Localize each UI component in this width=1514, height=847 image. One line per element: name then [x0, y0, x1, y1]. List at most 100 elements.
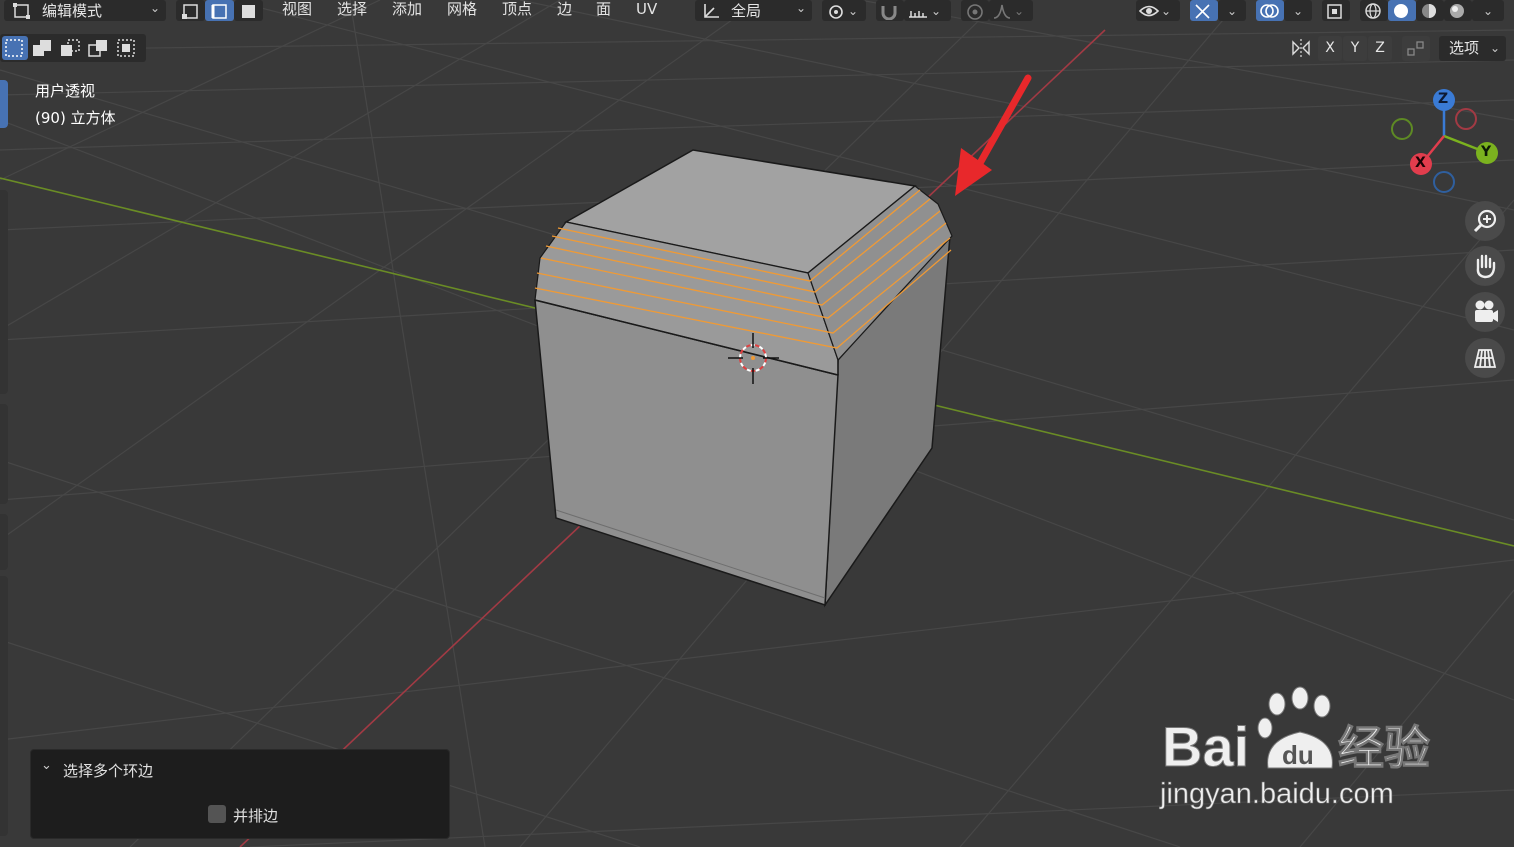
grid-perspective-icon — [1473, 349, 1497, 368]
snap-increment-icon — [909, 10, 927, 18]
menu-vertex[interactable]: 顶点 — [502, 0, 532, 20]
3d-viewport[interactable]: 编辑模式 ⌄ 视图 选择 添加 网格 顶点 边 面 UV 全局 ⌄ ⌄ ⌄ ⌄ … — [0, 0, 1514, 847]
face-select-icon — [242, 4, 255, 18]
ortho-toggle-button[interactable] — [1465, 338, 1505, 378]
svg-text:经验: 经验 — [1338, 721, 1430, 774]
menu-mesh[interactable]: 网格 — [447, 0, 477, 20]
zoom-button[interactable] — [1465, 201, 1505, 241]
select-subtract-button[interactable] — [58, 36, 84, 60]
select-extend-button[interactable] — [30, 36, 56, 60]
gizmo-icon — [1195, 3, 1210, 19]
wireframe-sphere-icon — [1365, 2, 1381, 19]
options-label: 选项 — [1449, 39, 1480, 57]
xray-icon — [1327, 3, 1342, 19]
select-extend-icon — [33, 40, 51, 56]
chevron-down-icon: ⌄ — [1293, 3, 1304, 18]
solid-shading-button[interactable] — [1388, 0, 1416, 21]
chevron-down-icon: ⌄ — [149, 1, 160, 15]
edge-select-button[interactable] — [205, 0, 234, 21]
mode-label: 编辑模式 — [42, 2, 103, 20]
snap-toggle[interactable] — [876, 0, 904, 21]
operator-panel: ⌄ 选择多个环边 并排边 — [30, 749, 450, 839]
chevron-down-icon: ⌄ — [795, 1, 806, 15]
chevron-down-icon: ⌄ — [1161, 3, 1172, 18]
vertex-select-button[interactable] — [176, 0, 205, 21]
select-intersect-button[interactable] — [114, 36, 140, 60]
view-name: 用户透视 — [35, 82, 96, 100]
mode-dropdown[interactable]: 编辑模式 ⌄ — [4, 0, 166, 21]
menu-uv[interactable]: UV — [636, 0, 657, 20]
mirror-z-toggle[interactable]: Z — [1368, 36, 1392, 61]
transform-orientation-dropdown[interactable]: 全局 ⌄ — [695, 0, 812, 21]
operator-title: 选择多个环边 — [63, 762, 154, 780]
rendered-shading-button[interactable] — [1444, 0, 1472, 21]
solid-sphere-icon — [1394, 3, 1408, 18]
pan-button[interactable] — [1465, 246, 1505, 286]
gizmo-y-label: Y — [1481, 144, 1492, 160]
select-invert-button[interactable] — [86, 36, 112, 60]
mirror-y-toggle[interactable]: Y — [1343, 36, 1367, 61]
chevron-down-icon: ⌄ — [931, 3, 942, 18]
magnet-icon — [881, 5, 897, 20]
menu-add[interactable]: 添加 — [392, 0, 422, 20]
svg-text:Bai: Bai — [1162, 715, 1249, 774]
proportional-edit-toggle[interactable] — [961, 0, 989, 21]
overlays-dropdown[interactable]: ⌄ — [1284, 0, 1312, 21]
mirror-icon — [1292, 39, 1310, 57]
zoom-icon — [1473, 209, 1497, 233]
viewport-header: 编辑模式 ⌄ 视图 选择 添加 网格 顶点 边 面 UV 全局 ⌄ ⌄ ⌄ ⌄ … — [0, 0, 1514, 22]
watermark-url: jingyan.baidu.com — [1160, 778, 1394, 811]
material-sphere-icon — [1422, 3, 1436, 18]
collapse-chevron-icon[interactable]: ⌄ — [41, 758, 52, 773]
visibility-dropdown[interactable]: ⌄ — [1136, 0, 1180, 21]
pivot-icon — [829, 4, 843, 19]
material-shading-button[interactable] — [1416, 0, 1444, 21]
eye-icon — [1139, 5, 1160, 16]
falloff-dropdown[interactable]: ⌄ — [989, 0, 1033, 21]
pivot-point-dropdown[interactable]: ⌄ — [822, 0, 866, 21]
xray-toggle[interactable] — [1322, 0, 1350, 21]
cube-mesh[interactable] — [534, 149, 953, 608]
camera-view-button[interactable] — [1465, 292, 1505, 332]
chevron-down-icon: ⌄ — [1227, 3, 1238, 18]
select-box-new-button[interactable] — [2, 36, 28, 60]
select-invert-icon — [88, 40, 107, 57]
annotation-arrow-icon — [955, 74, 1032, 196]
falloff-curve-icon — [993, 4, 1011, 19]
menu-edge[interactable]: 边 — [557, 0, 572, 20]
baidu-logo: Bai du 经验 — [1162, 686, 1431, 779]
camera-icon — [1475, 300, 1498, 322]
gizmo-z-label: Z — [1438, 91, 1449, 107]
svg-text:du: du — [1282, 740, 1314, 770]
shading-dropdown[interactable]: ⌄ — [1472, 0, 1504, 21]
baidu-watermark: Bai du 经验 jingyan.baidu.com — [1160, 684, 1440, 814]
chevron-down-icon: ⌄ — [848, 3, 859, 18]
overlays-icon — [1260, 3, 1279, 18]
select-subtract-icon — [61, 39, 80, 56]
options-dropdown[interactable]: 选项 ⌄ — [1439, 36, 1506, 61]
rendered-sphere-icon — [1450, 3, 1464, 18]
toolbar-edge[interactable] — [0, 78, 9, 838]
ring-checkbox-label: 并排边 — [233, 807, 279, 825]
selection-mode-bar — [0, 34, 146, 62]
face-select-button[interactable] — [234, 0, 263, 21]
chevron-down-icon: ⌄ — [1483, 3, 1494, 18]
menu-face[interactable]: 面 — [596, 0, 611, 20]
overlays-toggle[interactable] — [1256, 0, 1284, 21]
orientation-label: 全局 — [731, 2, 762, 20]
vertex-select-icon — [182, 3, 198, 19]
auto-merge-toggle[interactable] — [1402, 36, 1430, 61]
snap-target-dropdown[interactable]: ⌄ — [904, 0, 951, 21]
ring-checkbox[interactable] — [208, 805, 226, 823]
proportional-edit-icon — [967, 3, 983, 20]
select-intersect-icon — [117, 39, 135, 57]
menu-view[interactable]: 视图 — [282, 0, 312, 20]
chevron-down-icon: ⌄ — [1489, 41, 1500, 55]
wireframe-shading-button[interactable] — [1360, 0, 1388, 21]
select-new-icon — [5, 39, 23, 57]
menu-select[interactable]: 选择 — [337, 0, 367, 20]
auto-merge-icon — [1407, 41, 1424, 56]
mirror-x-toggle[interactable]: X — [1318, 36, 1342, 61]
gizmo-dropdown[interactable]: ⌄ — [1218, 0, 1246, 21]
gizmo-toggle[interactable] — [1190, 0, 1218, 21]
